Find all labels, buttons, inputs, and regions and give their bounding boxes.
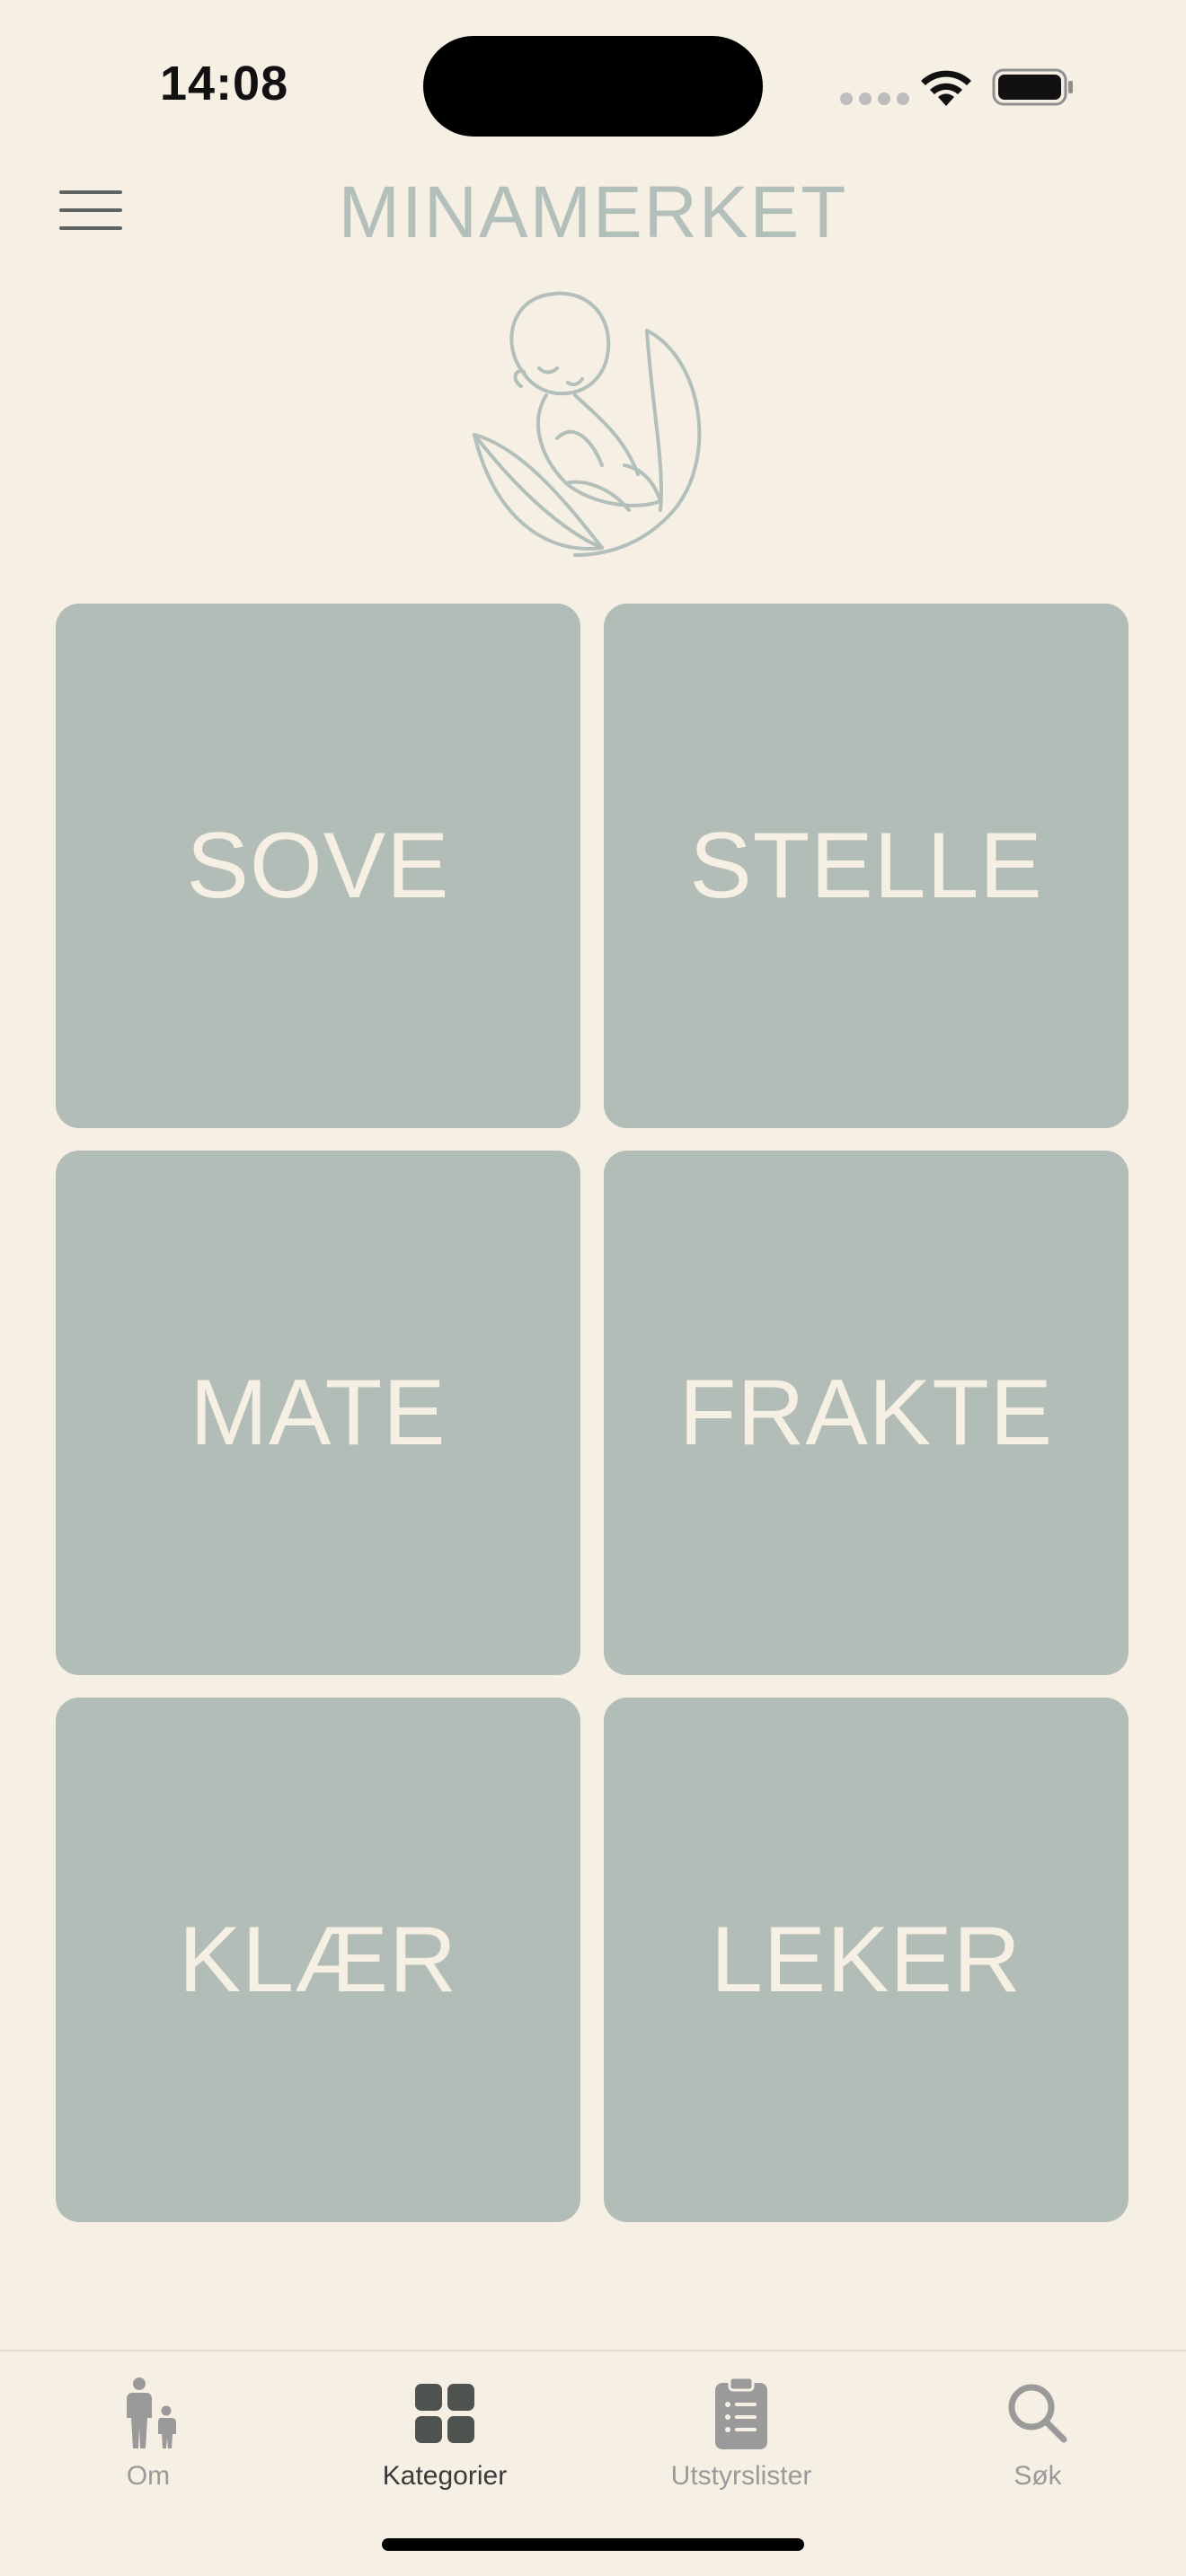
tab-utstyrslister[interactable]: Utstyrslister: [593, 2373, 890, 2508]
tab-label: Om: [126, 2461, 171, 2491]
tab-sok[interactable]: Søk: [890, 2373, 1186, 2508]
battery-icon: [992, 68, 1073, 106]
category-tile-stelle[interactable]: STELLE: [604, 604, 1128, 1128]
category-label: STELLE: [689, 813, 1043, 918]
tab-label: Kategorier: [382, 2461, 508, 2491]
grid-icon: [415, 2384, 474, 2443]
status-time: 14:08: [160, 57, 289, 110]
category-tile-frakte[interactable]: FRAKTE: [604, 1151, 1128, 1675]
category-label: KLÆR: [178, 1907, 458, 2012]
category-label: MATE: [190, 1360, 447, 1465]
category-label: LEKER: [710, 1907, 1022, 2012]
wifi-icon: [921, 70, 971, 106]
search-icon: [1008, 2384, 1067, 2443]
tab-label: Utstyrslister: [670, 2461, 812, 2491]
category-tile-leker[interactable]: LEKER: [604, 1698, 1128, 2222]
clipboard-list-icon: [715, 2376, 767, 2449]
category-grid: SOVE STELLE MATE FRAKTE KLÆR LEKER: [56, 604, 1130, 2222]
category-label: SOVE: [186, 813, 450, 918]
category-label: FRAKTE: [678, 1360, 1054, 1465]
cellular-signal-icon: [840, 93, 909, 105]
category-tile-sove[interactable]: SOVE: [56, 604, 580, 1128]
tab-kategorier[interactable]: Kategorier: [296, 2373, 593, 2508]
category-tile-mate[interactable]: MATE: [56, 1151, 580, 1675]
parent-child-icon: [127, 2378, 176, 2448]
dynamic-island: [423, 36, 763, 137]
tab-om[interactable]: Om: [0, 2373, 296, 2508]
home-indicator: [382, 2538, 804, 2551]
tab-label: Søk: [1013, 2461, 1062, 2491]
app-title: MINAMERKET: [338, 172, 848, 253]
baby-leaf-logo-icon: [473, 291, 702, 557]
category-tile-klaer[interactable]: KLÆR: [56, 1698, 580, 2222]
app-screen: 14:08 MINAMERKET SOVE STELLE MATE FRAKTE…: [0, 0, 1186, 2576]
